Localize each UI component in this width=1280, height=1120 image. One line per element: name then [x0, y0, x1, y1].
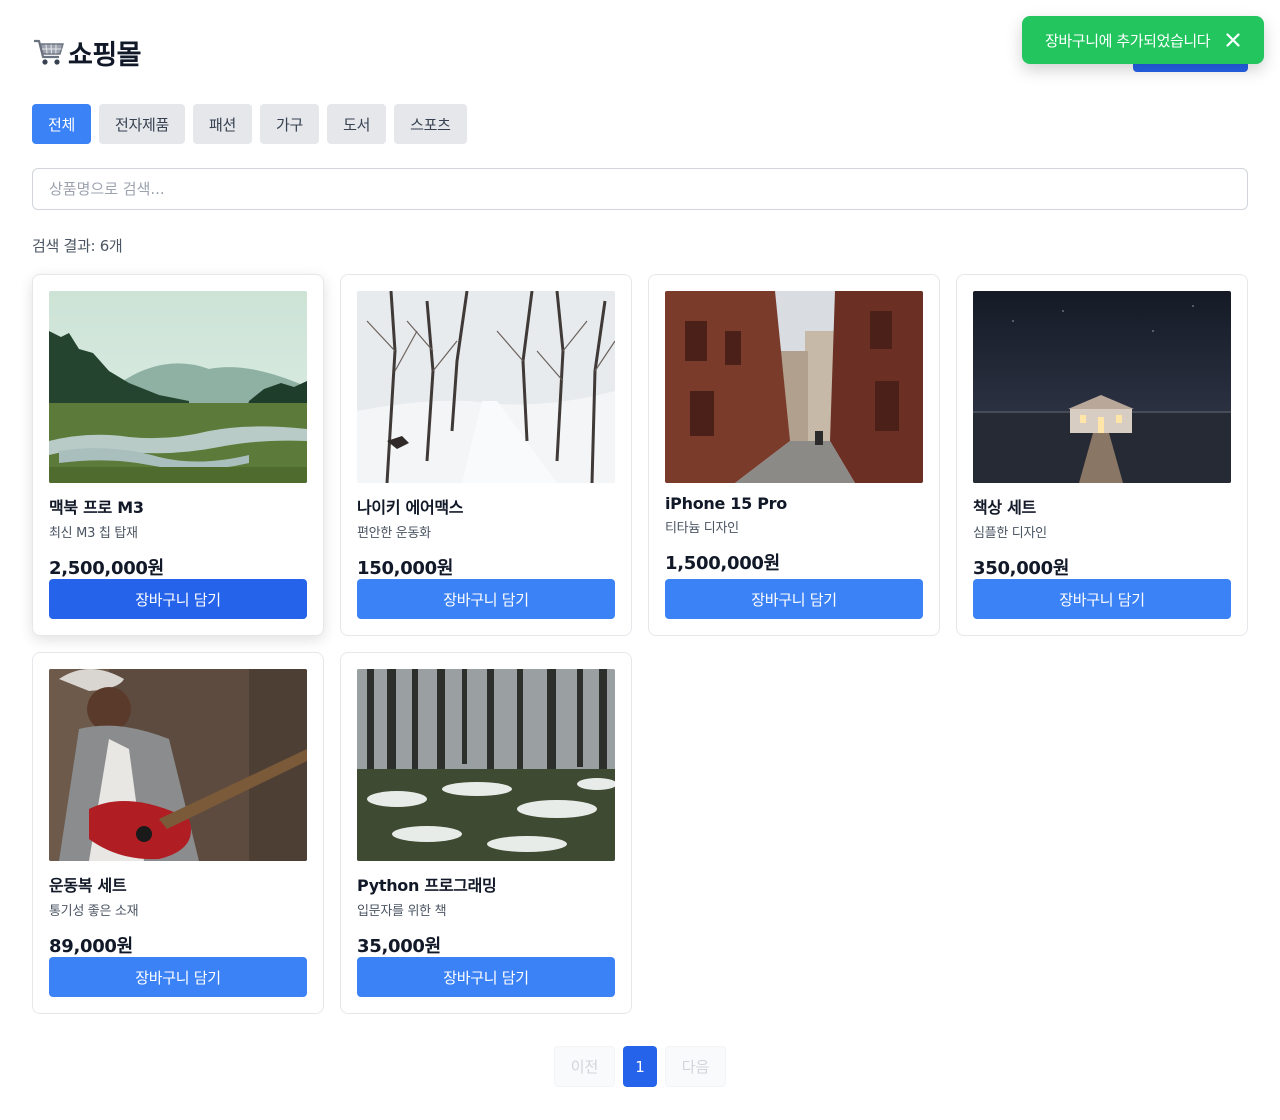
- add-to-cart-button[interactable]: 장바구니 담기: [665, 579, 923, 619]
- product-price: 35,000원: [357, 936, 441, 957]
- product-grid: 맥북 프로 M3 최신 M3 칩 탑재 2,500,000원 장바구니 담기 나…: [32, 274, 1248, 1014]
- page-button-current[interactable]: 1: [623, 1046, 657, 1087]
- product-price: 2,500,000원: [49, 558, 164, 579]
- tab-all[interactable]: 전체: [32, 104, 92, 144]
- tab-sports[interactable]: 스포츠: [394, 104, 467, 144]
- add-to-cart-button[interactable]: 장바구니 담기: [357, 957, 615, 997]
- product-card: 책상 세트 심플한 디자인 350,000원 장바구니 담기: [956, 274, 1248, 636]
- product-description: 심플한 디자인: [973, 526, 1047, 541]
- page-title: 쇼핑몰: [68, 39, 142, 71]
- header: 쇼핑몰: [32, 30, 142, 74]
- product-image-snowy-road[interactable]: [357, 291, 615, 483]
- close-icon[interactable]: [1224, 31, 1242, 49]
- product-card: 운동복 세트 통기성 좋은 소재 89,000원 장바구니 담기: [32, 652, 324, 1014]
- product-price: 350,000원: [973, 558, 1070, 579]
- product-name: 운동복 세트: [49, 876, 127, 895]
- product-name: Python 프로그래밍: [357, 876, 497, 895]
- product-card: 맥북 프로 M3 최신 M3 칩 탑재 2,500,000원 장바구니 담기: [32, 274, 324, 636]
- next-page-button[interactable]: 다음: [665, 1046, 726, 1087]
- product-card: Python 프로그래밍 입문자를 위한 책 35,000원 장바구니 담기: [340, 652, 632, 1014]
- category-tabs: 전체 전자제품 패션 가구 도서 스포츠: [32, 104, 467, 144]
- product-price: 150,000원: [357, 558, 454, 579]
- product-card: iPhone 15 Pro 티타늄 디자인 1,500,000원 장바구니 담기: [648, 274, 940, 636]
- add-to-cart-button[interactable]: 장바구니 담기: [49, 957, 307, 997]
- result-count: 검색 결과: 6개: [32, 237, 123, 255]
- product-price: 89,000원: [49, 936, 133, 957]
- product-price: 1,500,000원: [665, 553, 780, 574]
- add-to-cart-button[interactable]: 장바구니 담기: [973, 579, 1231, 619]
- product-image-brick-alley[interactable]: [665, 291, 923, 483]
- product-image-guitar-player[interactable]: [49, 669, 307, 861]
- tab-fashion[interactable]: 패션: [193, 104, 253, 144]
- product-name: 책상 세트: [973, 498, 1036, 517]
- product-card: 나이키 에어맥스 편안한 운동화 150,000원 장바구니 담기: [340, 274, 632, 636]
- add-to-cart-button[interactable]: 장바구니 담기: [49, 579, 307, 619]
- toast-notification: 장바구니에 추가되었습니다: [1022, 16, 1264, 64]
- tab-books[interactable]: 도서: [327, 104, 387, 144]
- product-image-snowy-forest[interactable]: [357, 669, 615, 861]
- product-description: 편안한 운동화: [357, 526, 431, 541]
- product-description: 티타늄 디자인: [665, 521, 739, 536]
- toast-message: 장바구니에 추가되었습니다: [1045, 31, 1211, 50]
- search-input[interactable]: [32, 168, 1248, 210]
- tab-furniture[interactable]: 가구: [260, 104, 320, 144]
- product-description: 최신 M3 칩 탑재: [49, 526, 138, 541]
- shopping-cart-icon: [32, 35, 66, 69]
- product-description: 통기성 좋은 소재: [49, 904, 139, 919]
- pagination: 이전 1 다음: [554, 1046, 726, 1087]
- product-name: 맥북 프로 M3: [49, 498, 144, 517]
- product-image-mountain-lake[interactable]: [49, 291, 307, 483]
- add-to-cart-button[interactable]: 장바구니 담기: [357, 579, 615, 619]
- product-name: iPhone 15 Pro: [665, 494, 787, 513]
- product-description: 입문자를 위한 책: [357, 904, 447, 919]
- prev-page-button[interactable]: 이전: [554, 1046, 615, 1087]
- product-name: 나이키 에어맥스: [357, 498, 464, 517]
- tab-electronics[interactable]: 전자제품: [99, 104, 186, 144]
- product-image-boathouse[interactable]: [973, 291, 1231, 483]
